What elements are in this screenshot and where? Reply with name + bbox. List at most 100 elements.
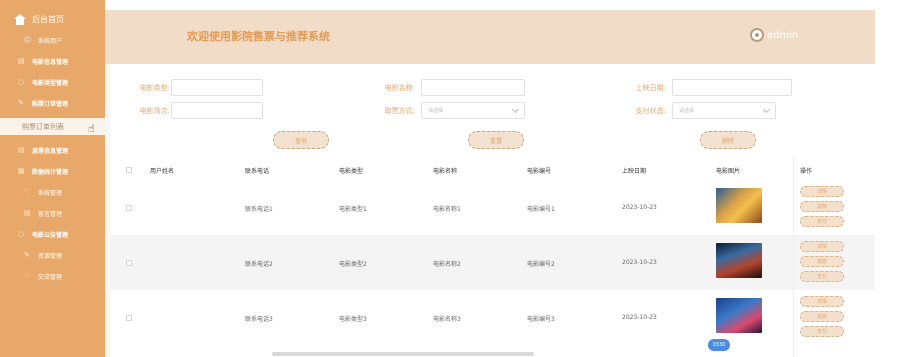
sidebar-item-movie-info[interactable]: ▤ 电影信息管理 [0,53,105,69]
sidebar-item-label: 购票订单管理 [32,100,69,108]
buy-method-label: 取票方式: [384,107,415,115]
hand-cursor-icon: ☝ [88,122,95,135]
sidebar-item-label: 交流管理 [38,273,63,281]
delete-button[interactable]: 删除 [700,131,756,149]
grid-icon: ▤ [24,209,31,217]
sidebar-item-label: 系统用户 [38,37,63,45]
pay-button[interactable]: 支付 [800,216,844,227]
reset-button[interactable]: 重置 [468,131,524,149]
chevron-down-icon [762,105,771,114]
cell-title: 电影名称1 [433,206,461,213]
grid-icon: ▤ [18,57,25,65]
sidebar-item-resources[interactable]: ✎ 资源管理 [0,247,105,263]
movie-poster-image [716,298,762,333]
home-icon [14,13,26,25]
release-date-label: 上映日期: [635,84,666,92]
cell-title: 电影名称3 [433,316,461,323]
refund-button[interactable]: 退款 [800,311,844,322]
detail-button[interactable]: 详情 [800,296,844,307]
user-icon: ☺ [24,36,32,44]
movie-name-label: 电影名称: [384,84,415,92]
avatar [750,28,764,42]
heart-icon: ♡ [24,272,31,280]
detail-button[interactable]: 详情 [800,186,844,197]
col-header-title: 电影名称 [433,168,458,175]
row-checkbox[interactable] [126,205,132,211]
column-divider [793,157,794,357]
cell-date: 2023-10-23 [622,314,657,321]
sidebar-item-exchange[interactable]: ♡ 交流管理 [0,268,105,284]
sidebar-item-label: 电影类型管理 [32,79,69,87]
col-header-phone: 联系电话 [245,168,270,175]
sidebar-home-label: 后台首页 [32,14,64,24]
sidebar-item-notices[interactable]: ○ 电影公告管理 [0,226,105,242]
select-all-checkbox[interactable] [126,167,132,173]
col-header-actions: 操作 [800,168,813,175]
select-placeholder: 请选择 [428,108,444,114]
movie-poster-image [716,243,762,278]
col-header-image: 电影图片 [716,168,741,175]
sidebar-item-system-users[interactable]: ☺ 系统用户 [0,32,105,48]
cell-code: 电影编号3 [527,316,555,323]
cell-code: 电影编号2 [527,261,555,268]
horizontal-scrollbar[interactable] [272,352,534,356]
row-checkbox[interactable] [126,260,132,266]
sidebar-item-label: 留言管理 [38,210,63,218]
col-header-type: 电影类型 [339,168,364,175]
sidebar-item-stats[interactable]: ▦ 数据统计管理 [0,163,105,179]
sidebar-item-label: 电影信息管理 [32,58,69,66]
row-checkbox[interactable] [126,315,132,321]
sidebar-item-label: 系统管理 [38,189,63,197]
col-header-date: 上映日期 [622,168,647,175]
sidebar-item-messages[interactable]: ▤ 留言管理 [0,205,105,221]
movie-poster-image [716,188,762,223]
buy-method-select[interactable]: 请选择 [421,102,525,119]
cell-title: 电影名称2 [433,261,461,268]
edit-icon: ✎ [24,251,30,259]
col-header-code: 电影编号 [527,168,552,175]
cell-phone: 联系电话3 [245,316,273,323]
heart-icon: ♡ [24,188,31,196]
col-header-name: 用户姓名 [150,168,175,175]
refund-button[interactable]: 退款 [800,201,844,212]
pay-button[interactable]: 支付 [800,271,844,282]
release-date-input[interactable] [672,79,792,96]
movie-name-input[interactable] [421,79,525,96]
top-header: 欢迎使用影院售票与推荐系统 admin [105,10,875,64]
floating-badge[interactable]: 0330 [708,339,730,351]
showing-input[interactable] [171,102,263,119]
user-menu[interactable]: admin [750,28,798,42]
refund-button[interactable]: 退款 [800,256,844,267]
cell-phone: 联系电话1 [245,206,273,213]
cell-phone: 联系电话2 [245,261,273,268]
edit-icon: ✎ [18,99,24,107]
username: admin [767,29,799,41]
search-icon: ○ [18,230,25,238]
grid-icon: ▤ [18,146,25,154]
cell-code: 电影编号1 [527,206,555,213]
movie-type-label: 电影类型: [139,84,170,92]
sidebar-item-label: 电影公告管理 [32,231,69,239]
sidebar-item-system[interactable]: ♡ 系统管理 [0,184,105,200]
sidebar-item-label: 购票订单列表 [22,122,64,131]
sidebar-home[interactable]: 后台首页 [0,12,105,26]
search-button[interactable]: 查询 [273,131,329,149]
movie-type-input[interactable] [171,79,263,96]
search-icon: ○ [18,78,25,86]
showing-label: 电影场次: [139,107,170,115]
detail-button[interactable]: 详情 [800,241,844,252]
pay-status-select[interactable]: 请选择 [672,102,776,119]
pay-button[interactable]: 支付 [800,326,844,337]
cell-type: 电影类型2 [339,261,367,268]
sidebar-item-label: 资源管理 [38,252,63,260]
page-title: 欢迎使用影院售票与推荐系统 [187,30,330,43]
cell-type: 电影类型1 [339,206,367,213]
pay-status-label: 支付状态: [635,107,666,115]
sidebar-item-refund[interactable]: ▤ 退票信息管理 [0,142,105,158]
cell-type: 电影类型3 [339,316,367,323]
sidebar-item-movie-type[interactable]: ○ 电影类型管理 [0,74,105,90]
sidebar-item-label: 数据统计管理 [32,168,69,176]
select-placeholder: 请选择 [679,108,695,114]
sidebar-item-orders[interactable]: ✎ 购票订单管理 [0,95,105,111]
chart-icon: ▦ [18,167,25,175]
